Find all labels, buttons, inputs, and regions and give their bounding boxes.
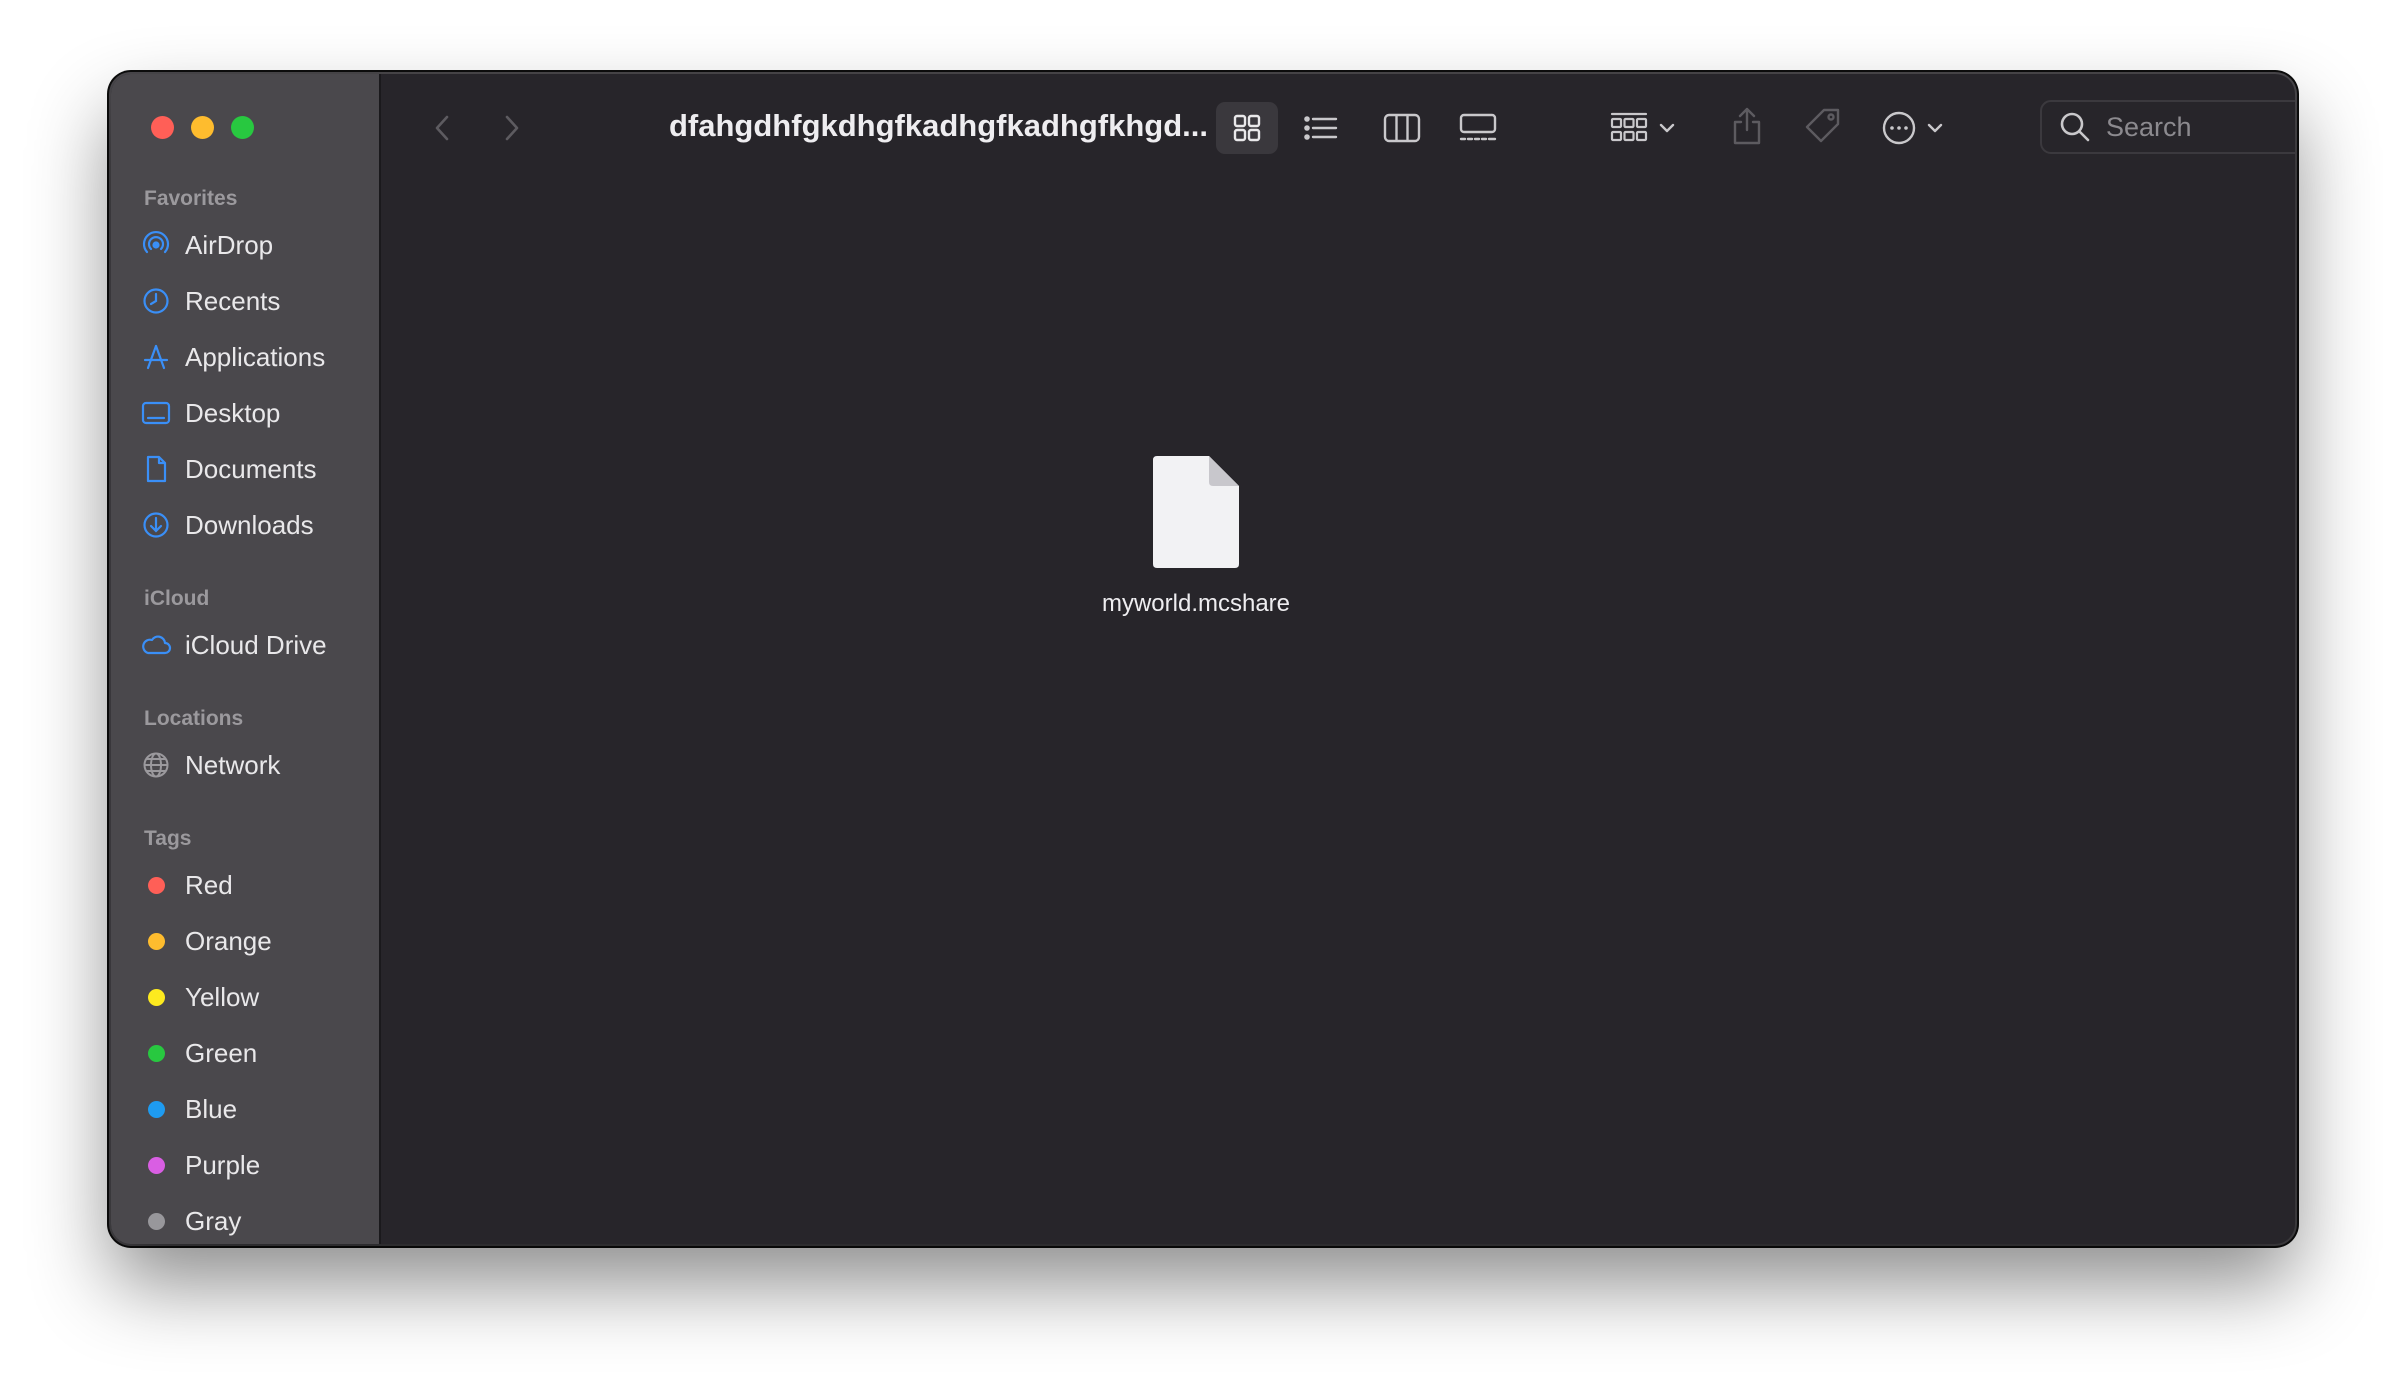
download-icon [139, 508, 173, 542]
chevron-down-icon [1927, 123, 1943, 133]
sidebar-item-label: Yellow [185, 981, 260, 1012]
sidebar-item-label: Green [185, 1037, 258, 1068]
applications-icon [139, 340, 173, 374]
sidebar-item-applications[interactable]: Applications [139, 334, 367, 380]
sidebar-item-label: Orange [185, 925, 272, 956]
tags-header: Tags [144, 827, 192, 850]
gallery-icon [1459, 113, 1497, 141]
chevron-down-icon [1659, 123, 1675, 133]
file-item[interactable]: myworld.mcshare [1066, 454, 1326, 618]
list-icon [1304, 116, 1338, 140]
clock-icon [139, 284, 173, 318]
sidebar-item-label: Recents [185, 285, 281, 316]
sidebar-tag-red[interactable]: Red [139, 862, 367, 908]
sidebar-tag-orange[interactable]: Orange [139, 918, 367, 964]
tag-dot-icon [139, 868, 173, 902]
close-window-button[interactable] [151, 116, 174, 139]
share-icon [1733, 107, 1761, 145]
sidebar-item-label: iCloud Drive [185, 629, 327, 660]
sidebar-item-label: Red [185, 869, 233, 900]
sidebar-item-airdrop[interactable]: AirDrop [139, 222, 367, 268]
generic-file-icon [1153, 456, 1239, 568]
search-input[interactable] [2104, 110, 2295, 144]
sidebar-item-desktop[interactable]: Desktop [139, 390, 367, 436]
tag-dot-icon [139, 1092, 173, 1126]
back-button[interactable] [421, 104, 465, 152]
forward-button[interactable] [489, 104, 533, 152]
file-name: myworld.mcshare [1101, 590, 1291, 617]
sidebar-item-label: Desktop [185, 397, 281, 428]
sidebar-item-network[interactable]: Network [139, 742, 367, 788]
ellipsis-circle-icon [1882, 111, 1916, 145]
sidebar-item-label: Documents [185, 453, 317, 484]
chevron-left-icon [435, 115, 449, 141]
sidebar-item-icloud-drive[interactable]: iCloud Drive [139, 622, 367, 668]
document-icon [139, 452, 173, 486]
tag-dot-icon [139, 1204, 173, 1238]
desktop-icon [139, 396, 173, 430]
chevron-right-icon [505, 115, 519, 141]
airdrop-icon [139, 228, 173, 262]
search-icon [2060, 112, 2090, 142]
window-title: dfahgdhfgkdhgfkadhgfkadhgfkhgd... [669, 108, 1208, 143]
grid-icon [1233, 114, 1261, 142]
sidebar-item-label: Downloads [185, 509, 314, 540]
sidebar-tag-gray[interactable]: Gray [139, 1198, 367, 1244]
sidebar-item-recents[interactable]: Recents [139, 278, 367, 324]
sidebar-tag-green[interactable]: Green [139, 1030, 367, 1076]
columns-icon [1383, 113, 1421, 143]
search-field[interactable] [2040, 100, 2295, 154]
icon-view-button[interactable] [1216, 102, 1278, 154]
more-actions-button[interactable] [1873, 102, 1953, 154]
sidebar-item-label: Gray [185, 1205, 242, 1236]
group-icon [1610, 112, 1648, 142]
tag-dot-icon [139, 1036, 173, 1070]
tag-dot-icon [139, 1148, 173, 1182]
sidebar-item-label: AirDrop [185, 229, 274, 260]
sidebar: Favorites AirDrop Recents Applications D… [111, 74, 381, 1244]
globe-icon [139, 748, 173, 782]
icloud-header: iCloud [144, 587, 210, 610]
tag-dot-icon [139, 980, 173, 1014]
sidebar-tag-purple[interactable]: Purple [139, 1142, 367, 1188]
share-button[interactable] [1717, 98, 1777, 154]
cloud-icon [139, 628, 173, 662]
list-view-button[interactable] [1290, 102, 1352, 154]
gallery-view-button[interactable] [1447, 102, 1509, 154]
sidebar-item-documents[interactable]: Documents [139, 446, 367, 492]
sidebar-item-label: Blue [185, 1093, 238, 1124]
column-view-button[interactable] [1371, 102, 1433, 154]
locations-header: Locations [144, 707, 244, 730]
sidebar-item-label: Applications [185, 341, 326, 372]
tag-icon [1805, 108, 1840, 143]
sidebar-item-label: Network [185, 749, 281, 780]
minimize-window-button[interactable] [191, 116, 214, 139]
sidebar-item-label: Purple [185, 1149, 261, 1180]
sidebar-item-downloads[interactable]: Downloads [139, 502, 367, 548]
tag-dot-icon [139, 924, 173, 958]
sidebar-tag-blue[interactable]: Blue [139, 1086, 367, 1132]
group-by-button[interactable] [1603, 102, 1683, 154]
tag-button[interactable] [1793, 98, 1853, 154]
toolbar: dfahgdhfgkdhgfkadhgfkadhgfkhgd... [381, 74, 2295, 184]
favorites-header: Favorites [144, 187, 238, 210]
zoom-window-button[interactable] [231, 116, 254, 139]
sidebar-tag-yellow[interactable]: Yellow [139, 974, 367, 1020]
finder-window: Favorites AirDrop Recents Applications D… [111, 74, 2295, 1244]
